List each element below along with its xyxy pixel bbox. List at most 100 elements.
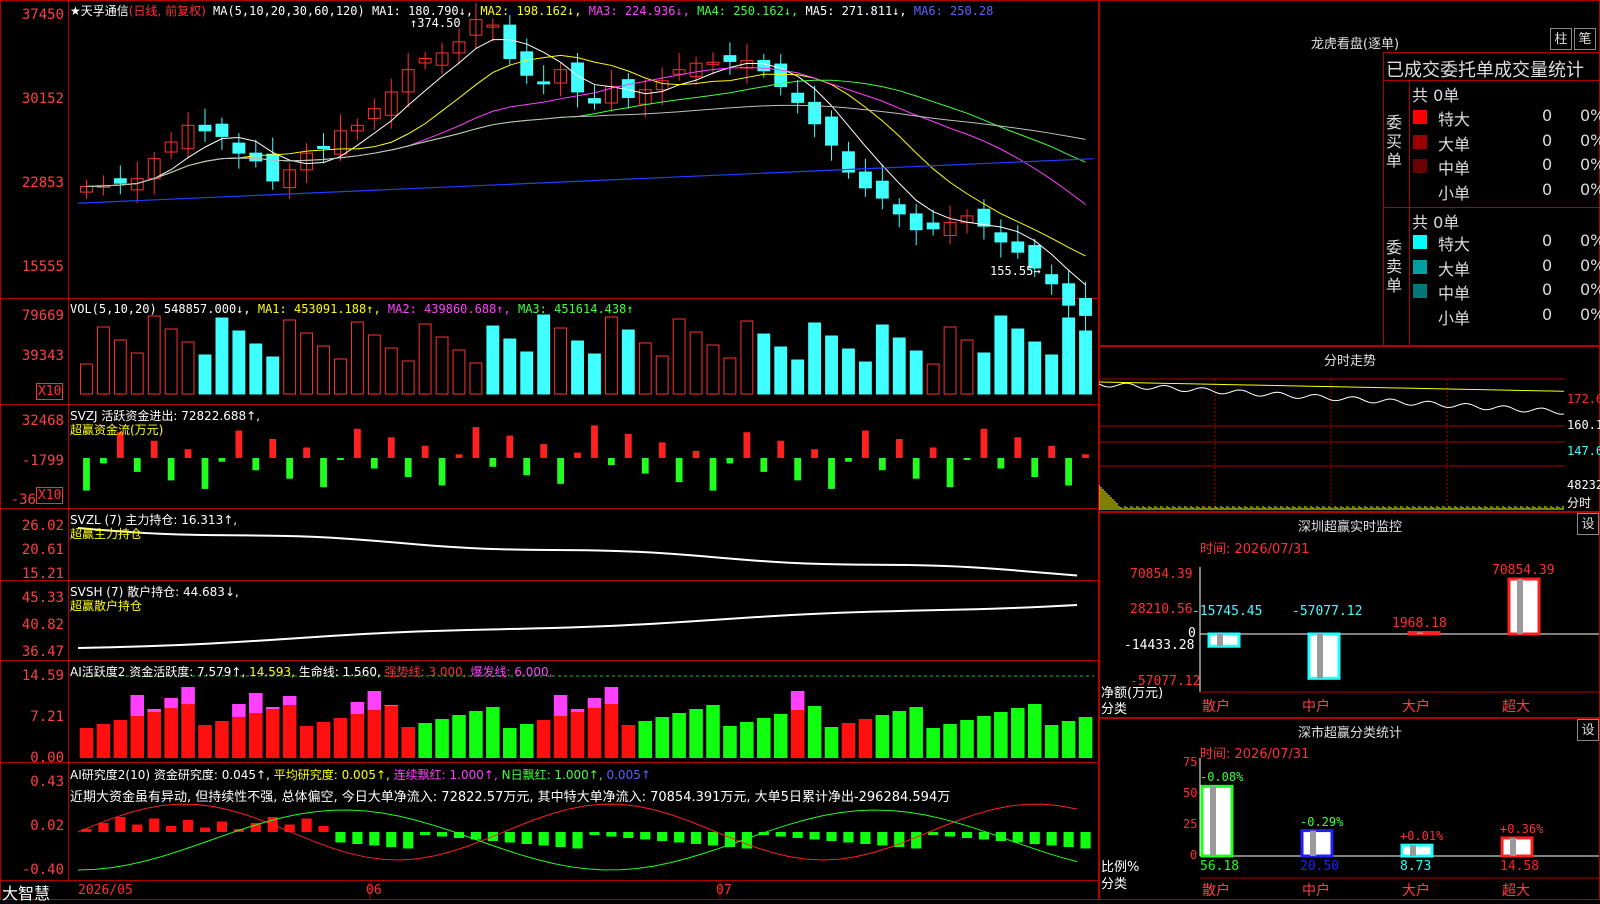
ai2-bar	[911, 832, 922, 849]
stock-name[interactable]: ★天孚通信	[70, 4, 129, 18]
classify-ylabel: 0	[1190, 848, 1198, 862]
vol-ma2: MA2: 439860.688↑,	[387, 302, 511, 316]
bar-view-button[interactable]: 柱	[1550, 28, 1572, 50]
ai2-bar	[995, 832, 1006, 841]
ai1-top-bar	[282, 696, 297, 705]
svzj-bar	[320, 458, 327, 488]
kline-candle	[520, 51, 534, 76]
ai2-bar	[944, 832, 956, 837]
dragon-divider	[1383, 80, 1600, 81]
svzj-bar	[506, 435, 514, 458]
volume-bar	[283, 319, 297, 395]
ai2-bar	[674, 832, 685, 843]
ai1-bar	[384, 706, 399, 758]
svzl-ylabel: 26.02	[21, 518, 64, 534]
ai1-bar	[790, 710, 805, 758]
kline-candle	[232, 142, 246, 154]
ai1-top-bar	[147, 709, 161, 712]
volume-bar	[1011, 328, 1025, 395]
kline-candle	[113, 178, 127, 184]
classify-change: +0.36%	[1500, 821, 1544, 836]
ai1-bar	[740, 722, 754, 758]
dragon-name: 特大	[1438, 110, 1471, 129]
svzj-bar	[760, 458, 768, 472]
svzj-bar	[794, 458, 802, 481]
volume-bar	[994, 315, 1008, 395]
svzj-bar	[692, 450, 700, 458]
low-mark-value: 155.55	[990, 264, 1034, 278]
ai2-bar	[640, 832, 651, 840]
kline-candle	[588, 98, 601, 104]
ma6-value: MA6: 250.28	[913, 4, 994, 18]
classify-ylabel: 50	[1183, 786, 1198, 800]
volume-bar	[588, 353, 601, 395]
ai1-top-bar	[265, 707, 280, 709]
ai1-strong: 强势线: 3.000,	[384, 665, 467, 679]
ai2-bar	[182, 820, 194, 832]
intraday-ylabel: 48232	[1567, 478, 1600, 492]
ai1-bar	[316, 722, 331, 758]
pen-view-button[interactable]: 笔	[1574, 28, 1596, 50]
volume-bar	[537, 314, 551, 395]
ai2-bar	[978, 832, 990, 840]
volume-bar	[317, 345, 330, 395]
vol-label: VOL(5,10,20) 548857.000↓,	[70, 302, 251, 316]
ai2-bar	[606, 832, 617, 837]
dragon-name: 大单	[1438, 134, 1471, 154]
ai1-bar	[1011, 708, 1025, 758]
stock-mode[interactable]: (日线, 前复权)	[129, 4, 206, 18]
volume-bar	[875, 324, 889, 395]
dragon-count: 0	[1542, 231, 1553, 250]
dragon-pct: 0%	[1580, 231, 1600, 250]
ai2-bar	[657, 832, 668, 841]
ai2-bar	[369, 832, 380, 846]
ai1-activity-2: 14.593,	[249, 665, 295, 679]
ai1-bar	[503, 728, 517, 758]
svzj-bar	[878, 458, 886, 471]
classify-bar	[1200, 784, 1234, 858]
buy-sell-sep	[1383, 207, 1600, 208]
ai1-bar	[1078, 717, 1093, 758]
svzj-bar	[404, 458, 412, 477]
dragon-name: 大单	[1438, 259, 1471, 279]
date-label: 2026/05	[78, 883, 133, 898]
volume-bar	[130, 352, 144, 395]
brand-label: 大智慧	[2, 884, 51, 903]
chart-canvas[interactable]	[0, 0, 1099, 900]
volume-bar	[1028, 341, 1042, 395]
ai2-bar	[809, 832, 820, 840]
volume-bar	[503, 338, 517, 395]
ai2-avg: 平均研究度: 0.005↑,	[273, 768, 390, 782]
monitor-bar-shade	[1417, 632, 1423, 634]
monitor-xlabel-title: 分类	[1101, 702, 1128, 717]
kline-candle	[266, 153, 280, 182]
ai2-bar	[149, 818, 160, 832]
svzj-bar	[218, 458, 226, 462]
volume-bar	[706, 344, 720, 395]
volume-bar	[164, 328, 178, 395]
svzj-bar	[235, 430, 243, 458]
ai1-top-bar	[384, 705, 399, 706]
intraday-chart[interactable]	[1099, 346, 1600, 512]
volume-bar	[554, 327, 568, 395]
intraday-ylabel: 172.6	[1567, 392, 1600, 406]
kline-candle	[1062, 283, 1076, 306]
ai2-bar	[860, 832, 871, 844]
ai1-bar	[943, 724, 957, 758]
kline-ylabel: 37450	[21, 7, 64, 23]
volume-bar	[80, 363, 93, 395]
ai1-bar	[147, 712, 161, 758]
volume-bar	[723, 357, 737, 395]
kline-candle	[198, 124, 212, 132]
monitor-bar-value: -15745.45	[1192, 604, 1263, 619]
dragon-pct: 0%	[1580, 130, 1600, 150]
kline-candle	[1079, 297, 1092, 316]
ai2-bar	[1029, 832, 1040, 844]
monitor-bar	[1207, 632, 1241, 648]
svzj-bar	[354, 428, 361, 458]
buy-label-sep	[1409, 80, 1410, 346]
ai1-bar	[553, 716, 568, 758]
svzj-bar	[709, 458, 717, 491]
ai1-bar	[773, 714, 788, 758]
monitor-category: 超大	[1502, 699, 1530, 715]
